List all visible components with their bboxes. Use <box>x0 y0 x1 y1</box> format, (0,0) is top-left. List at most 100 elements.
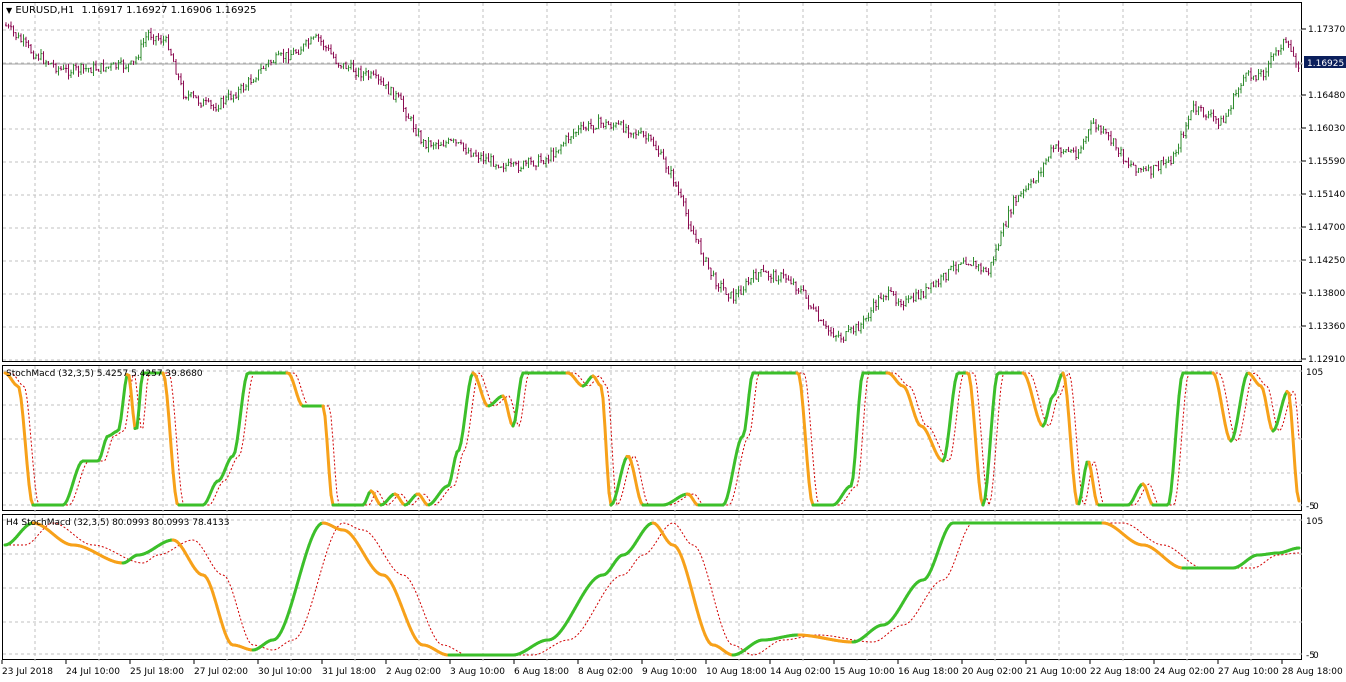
price-bar <box>997 243 1000 251</box>
price-bar <box>830 327 832 337</box>
price-bar <box>292 47 295 56</box>
price-label: 1.14700 <box>1308 223 1345 233</box>
price-bar <box>487 153 490 163</box>
price-bar <box>5 22 7 27</box>
price-bar <box>625 123 627 134</box>
main-chart-canvas[interactable] <box>3 3 1303 363</box>
price-bar <box>1277 50 1280 56</box>
stoch-segment <box>17 386 23 400</box>
h4-stochmacd-panel[interactable]: H4 StochMacd (32,3,5) 80.0993 80.0993 78… <box>2 514 1303 661</box>
price-bar <box>380 76 382 85</box>
stoch-segment <box>803 430 809 461</box>
stoch-segment <box>237 408 243 429</box>
price-bar <box>1210 109 1212 118</box>
stoch-segment <box>799 385 805 409</box>
price-bar <box>172 53 175 63</box>
price-bar <box>1075 146 1077 161</box>
price-bar <box>1140 167 1142 173</box>
stoch-segment <box>801 405 807 434</box>
price-bar <box>17 32 20 39</box>
price-bar <box>390 86 392 96</box>
price-axis[interactable]: 1.17370 1.16480 1.16030 1.15590 1.15140 1.147… <box>1302 0 1346 660</box>
stochmacd-canvas[interactable] <box>3 366 1303 512</box>
time-label: 10 Aug 18:00 <box>706 667 767 677</box>
price-bar <box>812 303 815 310</box>
price-bar <box>317 33 320 42</box>
price-bar <box>87 67 90 73</box>
price-bar <box>510 158 512 168</box>
price-bar <box>407 113 410 120</box>
price-bar <box>287 48 290 64</box>
price-bar <box>1030 178 1032 189</box>
level-zero-label: 0 <box>1313 651 1319 660</box>
stoch-segment <box>1219 399 1225 415</box>
price-bar <box>1192 100 1195 113</box>
price-bar <box>360 65 362 82</box>
price-bar <box>652 136 655 147</box>
stoch-segment <box>951 380 957 398</box>
price-bar <box>180 73 182 86</box>
stoch-segment <box>989 405 995 434</box>
price-bar <box>505 162 507 172</box>
stoch-segment <box>167 417 173 448</box>
price-bar <box>1255 74 1257 82</box>
price-bar <box>422 138 425 147</box>
price-bar <box>477 152 480 163</box>
price-bar <box>870 307 872 322</box>
price-bar <box>1132 162 1135 166</box>
price-bar <box>715 272 717 290</box>
price-bar <box>102 59 105 72</box>
price-bar <box>95 60 97 71</box>
price-bar <box>37 53 40 61</box>
price-bar <box>450 138 452 142</box>
price-bar <box>155 35 157 46</box>
stoch-segment <box>1239 385 1245 400</box>
price-bar <box>167 34 170 51</box>
h4-stochmacd-canvas[interactable] <box>3 515 1303 661</box>
price-bar <box>282 48 285 63</box>
time-axis[interactable]: 23 Jul 2018 24 Jul 10:00 25 Jul 18:00 27 Ju… <box>0 660 1346 682</box>
price-bar <box>867 312 870 322</box>
stoch-segment <box>321 404 327 418</box>
price-bar <box>657 145 660 157</box>
price-bar <box>707 257 710 270</box>
price-bar <box>775 269 777 282</box>
price-bar <box>735 289 737 304</box>
price-bar <box>1085 135 1087 144</box>
stoch-segment <box>513 405 519 422</box>
price-bar <box>895 291 897 307</box>
stoch-segment <box>169 444 175 473</box>
price-bar <box>777 275 780 285</box>
price-bar <box>1230 105 1232 115</box>
price-bar <box>560 144 562 155</box>
stoch-segment <box>1295 489 1301 503</box>
stoch-segment <box>467 375 473 389</box>
price-bar <box>587 121 590 132</box>
price-bar <box>347 65 350 72</box>
price-bar <box>1032 178 1035 184</box>
price-bar <box>745 278 747 293</box>
price-bar <box>635 129 637 140</box>
price-bar <box>492 155 495 167</box>
price-bar <box>1120 146 1122 157</box>
stoch-segment <box>1073 489 1079 505</box>
price-bar <box>995 244 997 262</box>
price-bar <box>917 289 920 300</box>
price-bar <box>165 35 167 43</box>
price-bar <box>835 334 837 342</box>
price-bar <box>855 323 857 336</box>
chart-header: ▼ EURUSD,H1 1.16917 1.16927 1.16906 1.16… <box>6 5 257 16</box>
price-bar <box>42 51 45 65</box>
price-bar <box>402 95 405 113</box>
main-chart-panel[interactable]: ▼ EURUSD,H1 1.16917 1.16927 1.16906 1.16… <box>2 2 1303 363</box>
price-bar <box>970 264 972 267</box>
price-bar <box>932 281 935 288</box>
price-bar <box>1295 53 1297 68</box>
price-bar <box>1137 167 1140 173</box>
price-bar <box>627 125 630 139</box>
dropdown-arrow-icon[interactable]: ▼ <box>6 6 12 15</box>
price-bar <box>62 64 65 70</box>
price-bar <box>455 139 457 147</box>
stochmacd-panel[interactable]: StochMacd (32,3,5) 5.4257 5.4257 39.8680 <box>2 365 1303 512</box>
price-bar <box>1025 185 1027 193</box>
